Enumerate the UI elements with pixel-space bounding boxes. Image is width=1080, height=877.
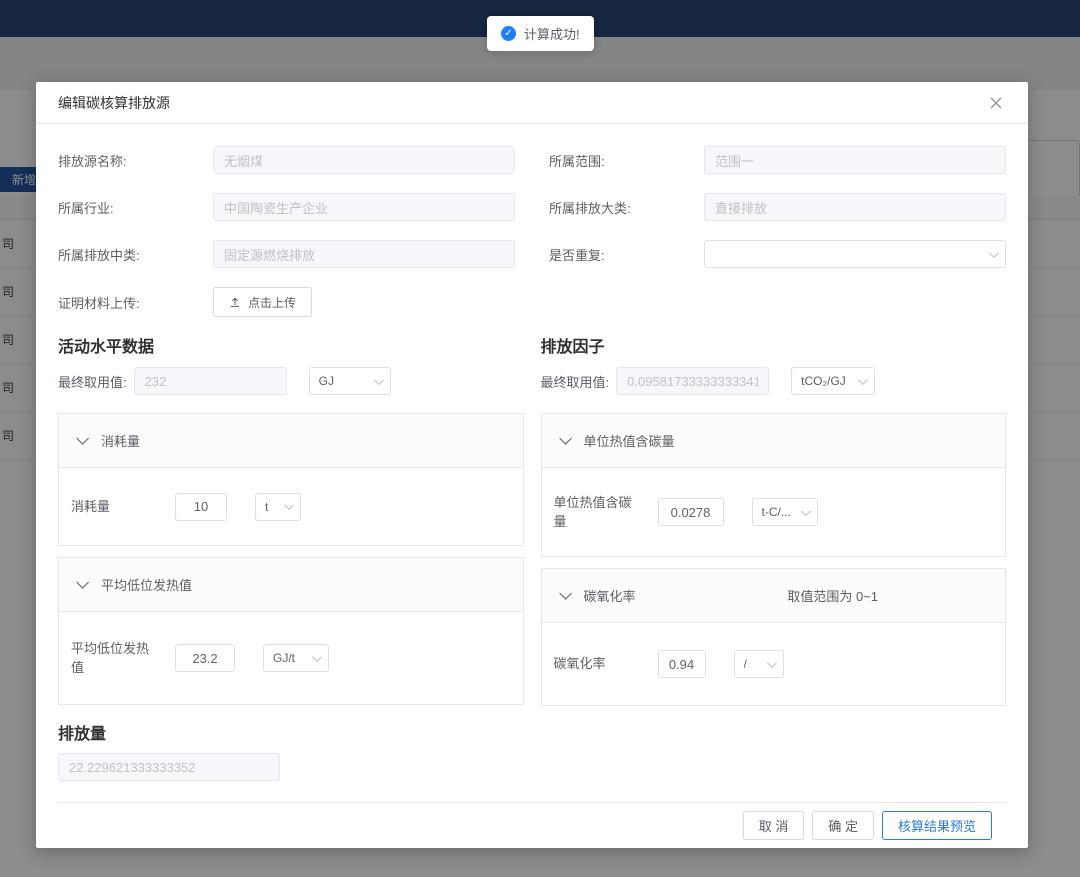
edit-emission-source-dialog: 编辑碳核算排放源 排放源名称: 所属范围: 所属行业: 所属排放大类:	[36, 82, 1028, 848]
mid-category-input	[213, 240, 515, 268]
activity-section-title: 活动水平数据	[58, 333, 524, 357]
heating-value-unit-value: GJ/t	[273, 651, 295, 665]
major-category-label: 所属排放大类:	[549, 198, 704, 217]
toast-message: 计算成功!	[524, 24, 580, 43]
factor-final-row: 最终取用值: tCO₂/GJ	[541, 367, 1007, 395]
carbon-content-unit-select[interactable]: t-C/...	[752, 498, 818, 526]
chevron-down-icon	[766, 658, 776, 668]
upload-button-label: 点击上传	[248, 294, 296, 311]
consumption-panel-header[interactable]: 消耗量	[59, 414, 523, 468]
preview-result-button[interactable]: 核算结果预览	[882, 811, 992, 840]
chevron-down-icon	[800, 506, 810, 516]
heating-value-panel-header[interactable]: 平均低位发热值	[59, 558, 523, 612]
dialog-title: 编辑碳核算排放源	[58, 93, 170, 113]
scope-input	[704, 146, 1006, 174]
industry-label: 所属行业:	[58, 198, 213, 217]
carbon-content-label: 单位热值含碳量	[554, 493, 636, 532]
oxidation-rate-unit-value: /	[744, 657, 747, 671]
oxidation-rate-input[interactable]	[658, 650, 706, 678]
consumption-unit-select[interactable]: t	[255, 493, 301, 521]
field-scope: 所属范围:	[549, 146, 1006, 174]
consumption-panel: 消耗量 消耗量 t	[58, 413, 524, 546]
field-mid-category: 所属排放中类:	[58, 240, 515, 268]
heating-value-panel: 平均低位发热值 平均低位发热值 GJ/t	[58, 557, 524, 705]
is-duplicate-label: 是否重复:	[549, 245, 704, 264]
industry-input	[213, 193, 515, 221]
carbon-content-panel-body: 单位热值含碳量 t-C/...	[542, 468, 1006, 556]
factor-unit-select[interactable]: tCO₂/GJ	[791, 367, 875, 395]
chevron-down-icon	[284, 500, 294, 510]
factor-final-label: 最终取用值:	[541, 372, 610, 391]
chevron-down-icon	[76, 432, 89, 445]
chevron-down-icon	[858, 375, 868, 385]
heating-value-panel-title: 平均低位发热值	[101, 575, 192, 594]
dialog-body: 排放源名称: 所属范围: 所属行业: 所属排放大类: 所属排放中类: 是否重复:	[36, 124, 1028, 848]
confirm-button[interactable]: 确 定	[812, 811, 874, 840]
oxidation-rate-panel: 碳氧化率 取值范围为 0~1 碳氧化率 /	[541, 568, 1007, 706]
emission-amount-title: 排放量	[58, 720, 1006, 744]
close-icon[interactable]	[986, 93, 1006, 113]
dialog-header: 编辑碳核算排放源	[36, 82, 1028, 124]
activity-final-input	[134, 367, 287, 395]
upload-label: 证明材料上传:	[58, 293, 213, 312]
consumption-label: 消耗量	[71, 497, 153, 517]
field-upload: 证明材料上传: 点击上传	[58, 287, 515, 317]
chevron-down-icon	[374, 375, 384, 385]
carbon-content-input[interactable]	[658, 498, 724, 526]
oxidation-rate-panel-body: 碳氧化率 /	[542, 623, 1006, 705]
consumption-panel-body: 消耗量 t	[59, 468, 523, 545]
chevron-down-icon	[559, 587, 572, 600]
mid-category-label: 所属排放中类:	[58, 245, 213, 264]
emission-factor-section: 排放因子 最终取用值: tCO₂/GJ 单位热值含碳量 单位热值含碳	[541, 333, 1007, 706]
chevron-down-icon	[76, 576, 89, 589]
is-duplicate-select[interactable]	[704, 240, 1006, 268]
dialog-footer: 取 消 确 定 核算结果预览	[58, 802, 1006, 848]
chevron-down-icon	[559, 432, 572, 445]
heating-value-panel-body: 平均低位发热值 GJ/t	[59, 612, 523, 704]
consumption-panel-title: 消耗量	[101, 431, 140, 450]
factor-section-title: 排放因子	[541, 333, 1007, 357]
field-is-duplicate: 是否重复:	[549, 240, 1006, 268]
emission-amount-input	[58, 753, 280, 781]
chevron-down-icon	[312, 652, 322, 662]
consumption-input[interactable]	[175, 493, 227, 521]
upload-button[interactable]: 点击上传	[213, 287, 312, 317]
scope-label: 所属范围:	[549, 151, 704, 170]
success-toast: ✓ 计算成功!	[487, 16, 594, 51]
heating-value-unit-select[interactable]: GJ/t	[263, 644, 329, 672]
field-industry: 所属行业:	[58, 193, 515, 221]
check-circle-icon: ✓	[501, 26, 516, 41]
field-major-category: 所属排放大类:	[549, 193, 1006, 221]
carbon-content-unit-value: t-C/...	[762, 505, 791, 519]
activity-final-row: 最终取用值: GJ	[58, 367, 524, 395]
oxidation-rate-label: 碳氧化率	[554, 654, 636, 674]
oxidation-rate-unit-select[interactable]: /	[734, 650, 784, 678]
activity-final-label: 最终取用值:	[58, 372, 127, 391]
source-name-input	[213, 146, 515, 174]
source-name-label: 排放源名称:	[58, 151, 213, 170]
factor-unit-value: tCO₂/GJ	[801, 374, 846, 388]
chevron-down-icon	[989, 248, 999, 258]
field-source-name: 排放源名称:	[58, 146, 515, 174]
cancel-button[interactable]: 取 消	[743, 811, 805, 840]
data-sections: 活动水平数据 最终取用值: GJ 消耗量 消耗量	[58, 333, 1006, 706]
carbon-content-panel-header[interactable]: 单位热值含碳量	[542, 414, 1006, 468]
consumption-unit-value: t	[265, 500, 268, 514]
oxidation-rate-panel-title: 碳氧化率	[584, 586, 636, 605]
oxidation-rate-range-hint: 取值范围为 0~1	[787, 586, 988, 605]
activity-unit-value: GJ	[319, 374, 334, 388]
oxidation-rate-panel-header[interactable]: 碳氧化率 取值范围为 0~1	[542, 569, 1006, 623]
upload-icon	[229, 296, 241, 308]
carbon-content-panel-title: 单位热值含碳量	[584, 431, 675, 450]
major-category-input	[704, 193, 1006, 221]
basic-info-form: 排放源名称: 所属范围: 所属行业: 所属排放大类: 所属排放中类: 是否重复:	[58, 146, 1006, 317]
activity-unit-select[interactable]: GJ	[309, 367, 391, 395]
activity-data-section: 活动水平数据 最终取用值: GJ 消耗量 消耗量	[58, 333, 524, 705]
heating-value-input[interactable]	[175, 644, 235, 672]
carbon-content-panel: 单位热值含碳量 单位热值含碳量 t-C/...	[541, 413, 1007, 557]
heating-value-label: 平均低位发热值	[71, 639, 153, 678]
factor-final-input	[616, 367, 769, 395]
